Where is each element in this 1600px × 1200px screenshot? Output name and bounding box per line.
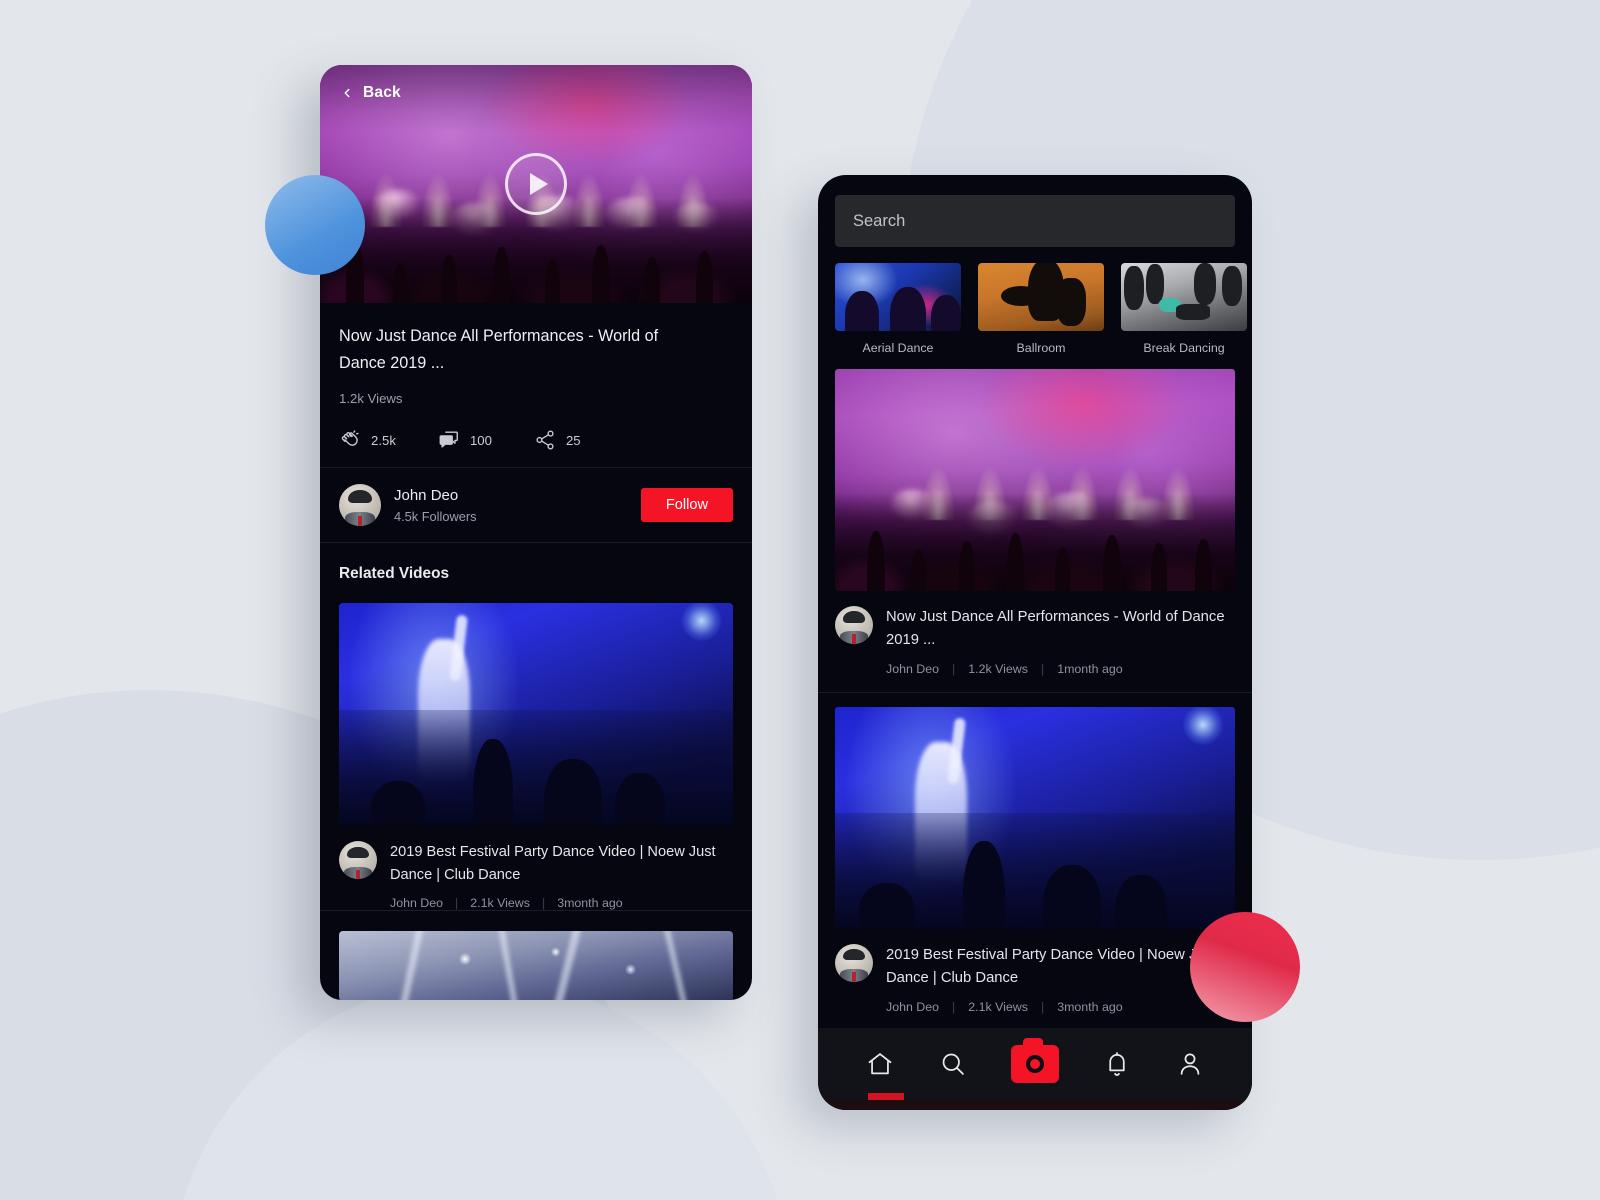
related-video-thumbnail[interactable] [339, 603, 733, 826]
related-video-age: 3month ago [557, 895, 623, 910]
feed-video-subline: John Deo | 2.1k Views | 3month ago [886, 1000, 1235, 1014]
separator: | [1040, 661, 1045, 676]
category-item-aerial-dance[interactable]: Aerial Dance [835, 263, 961, 355]
comment-count: 100 [469, 432, 492, 448]
clap-icon [341, 430, 359, 447]
profile-icon [1180, 1053, 1200, 1075]
nav-item-search[interactable] [939, 1050, 967, 1078]
camera-icon [1010, 1038, 1059, 1083]
feed-video-author: John Deo [886, 999, 940, 1014]
share-count: 25 [565, 432, 581, 448]
video-title: Now Just Dance All Performances - World … [339, 327, 659, 373]
related-video-subline: John Deo | 2.1k Views | 3month ago [390, 896, 733, 910]
feed-video-meta: 2019 Best Festival Party Dance Video | N… [835, 929, 1235, 1030]
feed-video-title: 2019 Best Festival Party Dance Video | N… [886, 946, 1217, 987]
feed-video-thumbnail[interactable] [835, 369, 1235, 591]
related-video-card[interactable]: 2019 Best Festival Party Dance Video | N… [320, 583, 752, 910]
nav-item-home[interactable] [866, 1050, 894, 1078]
separator: | [952, 661, 956, 676]
decorative-circle-red [1190, 912, 1300, 1022]
play-icon[interactable] [505, 153, 567, 215]
avatar[interactable] [835, 606, 873, 644]
category-thumbnail [1121, 263, 1247, 331]
bell-icon [1109, 1052, 1126, 1076]
category-strip[interactable]: Aerial Dance Ballroom Break Dancing [818, 247, 1252, 355]
video-views: 1.2k Views [339, 391, 403, 407]
category-label: Aerial Dance [862, 341, 934, 355]
category-thumbnail [835, 263, 961, 331]
separator: | [952, 999, 956, 1014]
author-row: John Deo 4.5k Followers Follow [320, 468, 752, 542]
clap-stat[interactable]: 2.5k [339, 429, 396, 451]
feed-video-thumbnail[interactable] [835, 706, 1235, 929]
back-button-label: Back [363, 84, 401, 101]
related-videos-heading: Related Videos [339, 565, 450, 583]
avatar[interactable] [339, 841, 377, 880]
play-triangle [529, 173, 548, 195]
feed-video-author: John Deo [886, 661, 940, 676]
camera-lens [1025, 1055, 1044, 1073]
related-video-title: 2019 Best Festival Party Dance Video | N… [390, 844, 716, 884]
clap-count: 2.5k [371, 432, 396, 448]
video-stats-row: 2.5k 100 25 [339, 429, 733, 451]
chevron-left-icon [344, 88, 350, 98]
related-video-author: John Deo [390, 895, 444, 910]
nav-item-camera[interactable] [1010, 1038, 1059, 1083]
feed-card-2[interactable]: 2019 Best Festival Party Dance Video | N… [818, 693, 1252, 1030]
category-label: Ballroom [1016, 341, 1066, 355]
nav-active-indicator [868, 1093, 904, 1100]
feed-video-views: 1.2k Views [968, 661, 1028, 676]
category-item-ballroom[interactable]: Ballroom [978, 263, 1104, 355]
bottom-navigation-bar [818, 1028, 1252, 1100]
nav-bottom-strip [818, 1100, 1252, 1110]
nav-item-notifications[interactable] [1103, 1050, 1131, 1078]
feed-video-title: Now Just Dance All Performances - World … [886, 609, 1225, 649]
phone-home-feed-screen: Search Aerial Dance Ballroom Break Danci… [818, 175, 1252, 1110]
separator: | [541, 895, 546, 910]
avatar[interactable] [339, 484, 381, 527]
comment-icon [439, 431, 458, 448]
follow-button[interactable]: Follow [640, 488, 733, 523]
decorative-circle-blue [265, 175, 365, 275]
phone-video-detail-screen: Back Now Just Dance All Performances - W… [320, 65, 752, 1000]
search-input-value: Search [853, 211, 906, 230]
feed-video-meta: Now Just Dance All Performances - World … [835, 591, 1235, 692]
author-followers: 4.5k Followers [394, 508, 477, 524]
nav-item-profile[interactable] [1176, 1050, 1204, 1078]
separator: | [455, 895, 459, 910]
share-icon [536, 430, 554, 450]
back-button[interactable]: Back [340, 84, 401, 102]
category-thumbnail [978, 263, 1104, 331]
feed-video-age: 1month ago [1057, 661, 1123, 676]
feed-card-1[interactable]: Now Just Dance All Performances - World … [818, 355, 1252, 692]
category-item-break-dancing[interactable]: Break Dancing [1121, 263, 1247, 355]
search-bar-container: Search [818, 175, 1252, 247]
author-text-group: John Deo 4.5k Followers [394, 487, 628, 524]
screenshot-canvas: Back Now Just Dance All Performances - W… [0, 0, 1600, 1200]
feed-video-views: 2.1k Views [968, 999, 1028, 1014]
search-icon [942, 1053, 964, 1075]
author-name: John Deo [394, 486, 459, 504]
avatar[interactable] [835, 943, 873, 982]
feed-video-subline: John Deo | 1.2k Views | 1month ago [886, 662, 1235, 676]
stage-lights-thumbnail[interactable] [339, 930, 733, 1000]
related-video-meta: 2019 Best Festival Party Dance Video | N… [339, 825, 733, 910]
search-input[interactable]: Search [835, 195, 1235, 247]
related-video-card-partial[interactable] [320, 911, 752, 1000]
comment-stat[interactable]: 100 [438, 429, 492, 451]
separator: | [1040, 999, 1045, 1014]
video-meta-block: Now Just Dance All Performances - World … [320, 303, 752, 467]
category-label: Break Dancing [1143, 341, 1225, 355]
share-stat[interactable]: 25 [534, 429, 581, 451]
home-icon [868, 1053, 892, 1075]
hero-video-player[interactable]: Back [320, 65, 752, 303]
crowd-silhouette [835, 493, 1235, 591]
feed-video-age: 3month ago [1057, 999, 1123, 1014]
related-video-views: 2.1k Views [470, 895, 530, 910]
